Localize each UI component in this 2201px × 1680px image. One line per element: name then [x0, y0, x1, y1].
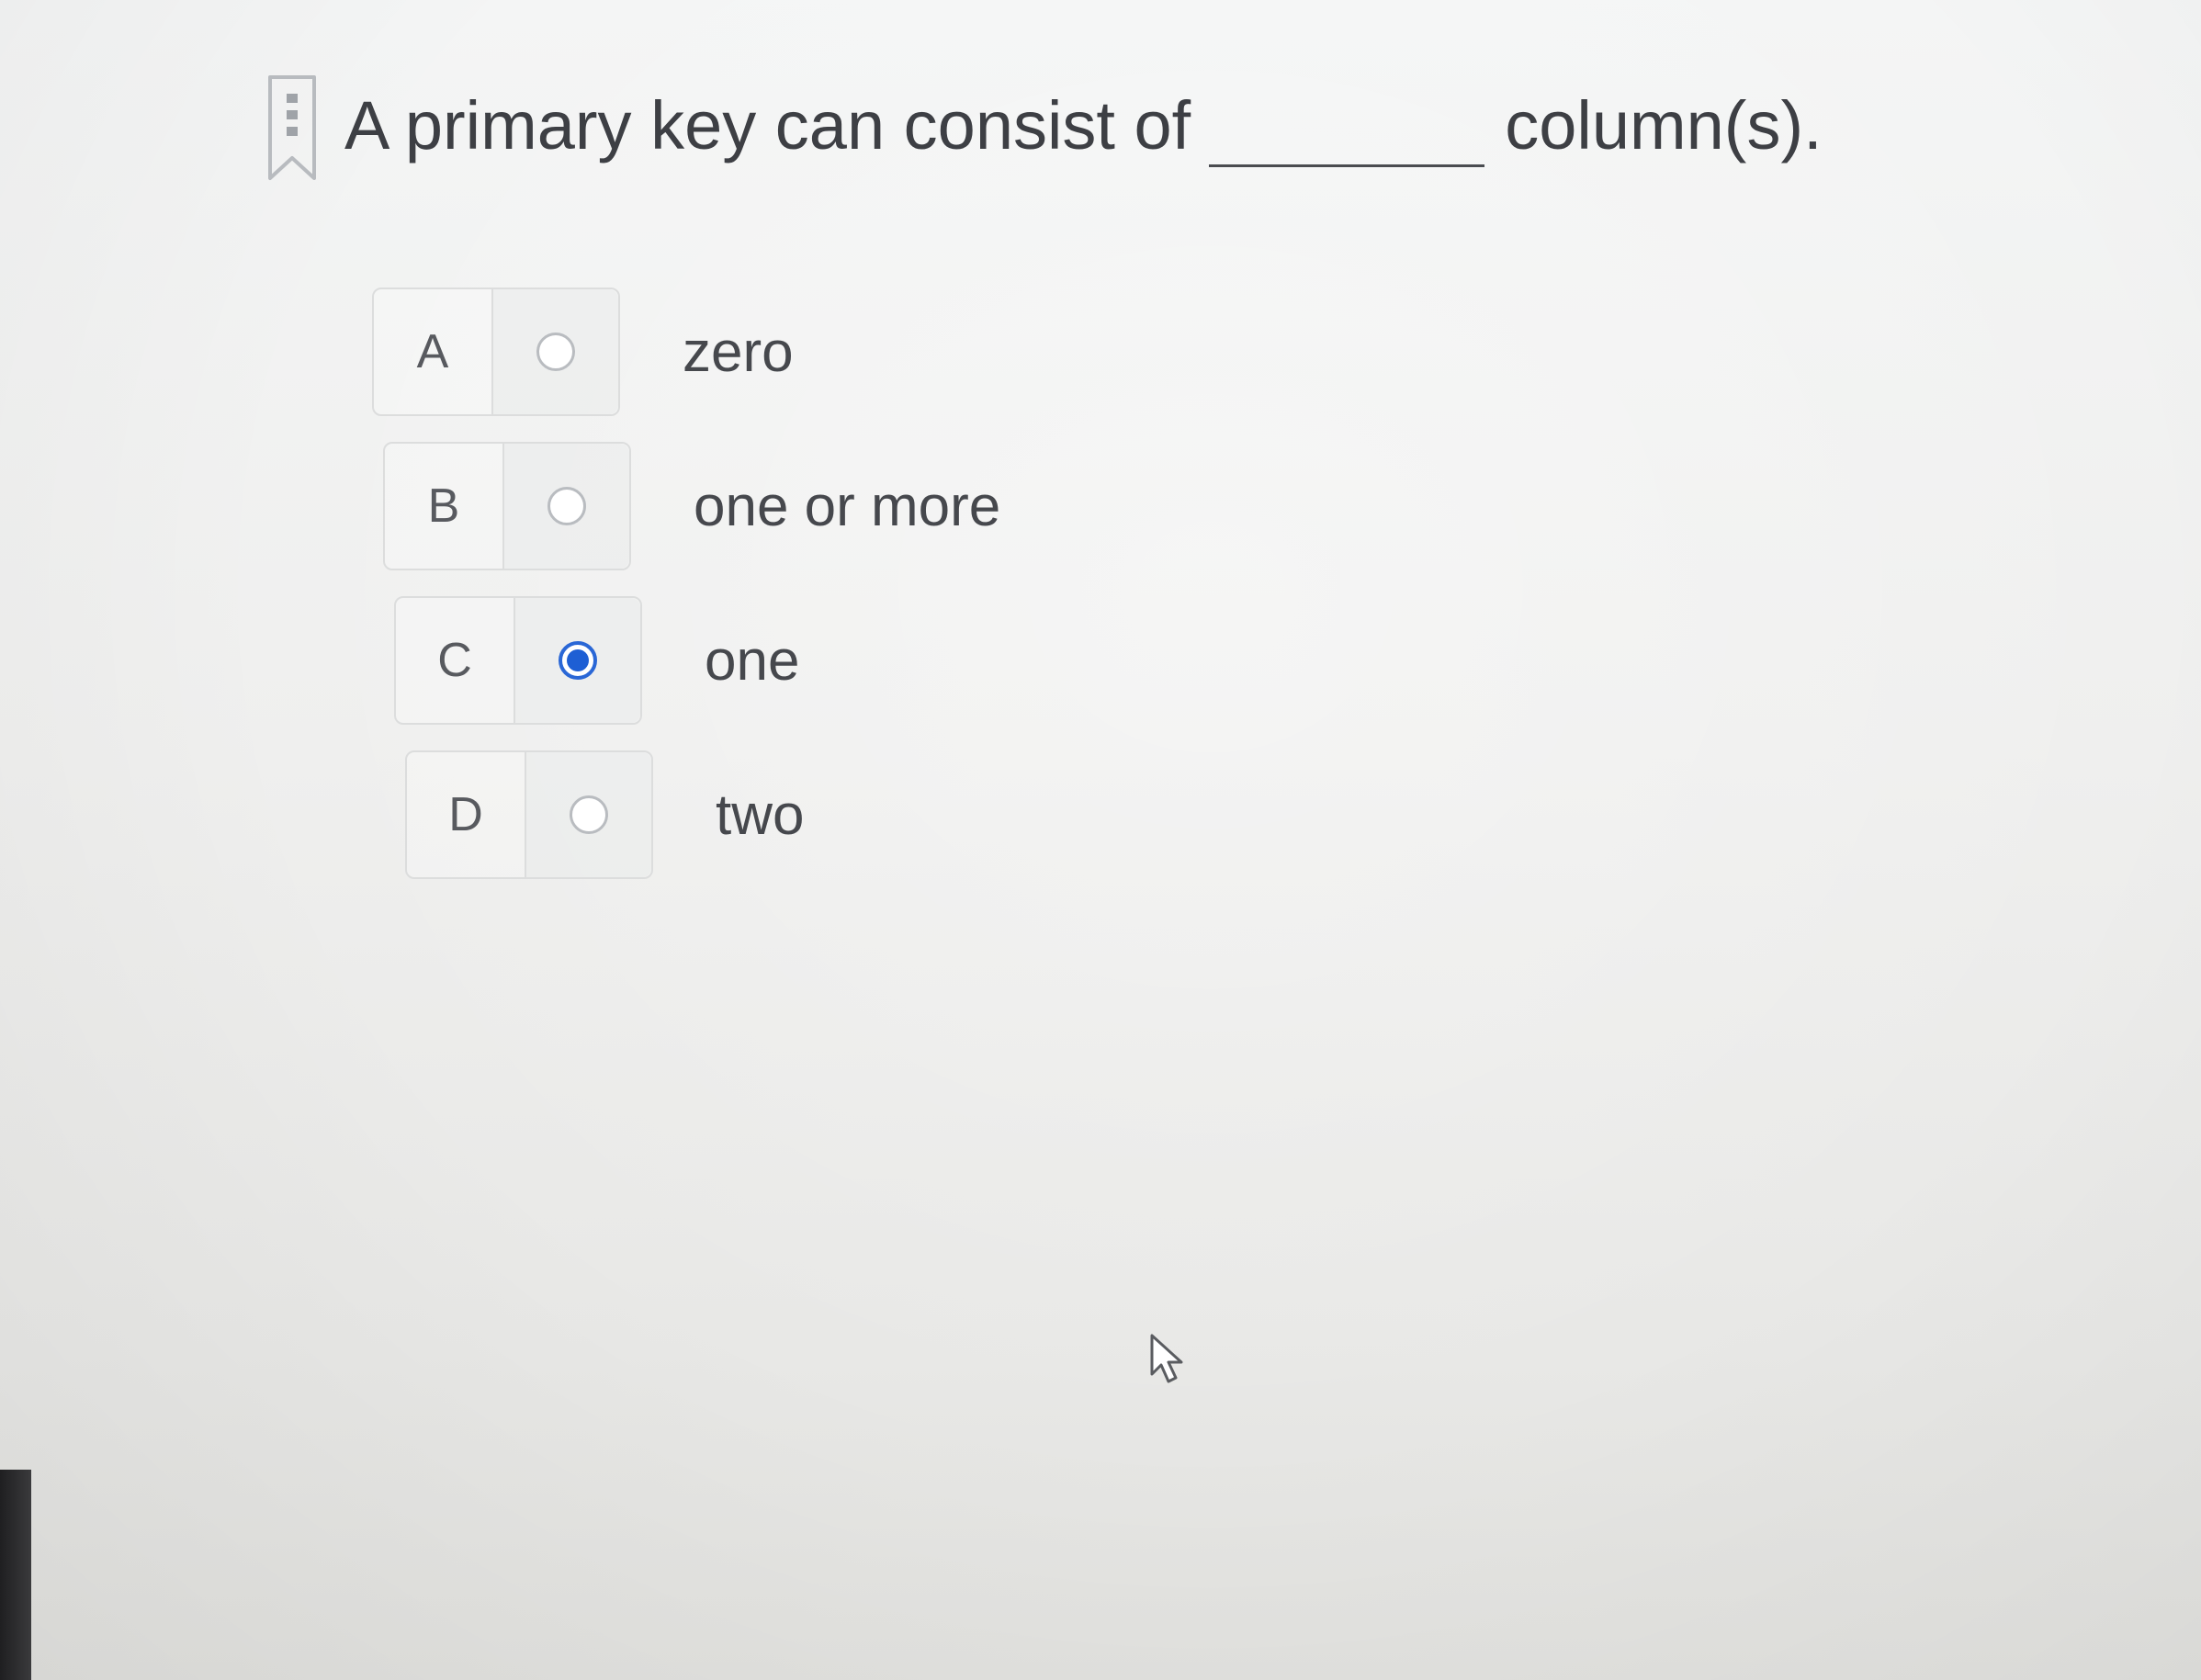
option-c-box[interactable]: C: [394, 596, 642, 725]
option-radio-cell[interactable]: [493, 289, 618, 414]
radio-button[interactable]: [570, 795, 608, 834]
option-letter: D: [407, 752, 526, 877]
option-d[interactable]: D two: [405, 750, 1232, 880]
bookmark-icon[interactable]: [266, 73, 318, 184]
radio-button[interactable]: [536, 333, 575, 371]
option-d-box[interactable]: D: [405, 750, 653, 879]
radio-button-selected[interactable]: [559, 641, 597, 680]
option-radio-cell[interactable]: [504, 444, 629, 569]
answer-blank: [1209, 100, 1485, 167]
monitor-bezel: [0, 1470, 31, 1680]
radio-dot: [567, 649, 589, 671]
question-suffix: column(s).: [1505, 87, 1823, 163]
question-text: A primary key can consist of column(s).: [344, 85, 1823, 167]
option-letter: B: [385, 444, 504, 569]
option-a-box[interactable]: A: [372, 288, 620, 416]
option-text[interactable]: one or more: [694, 474, 1000, 539]
option-letter: C: [396, 598, 515, 723]
option-a[interactable]: A zero: [372, 287, 1199, 417]
option-text[interactable]: zero: [683, 320, 794, 385]
option-c[interactable]: C one: [394, 595, 1221, 726]
mouse-pointer-icon: [1150, 1334, 1183, 1383]
option-letter: A: [374, 289, 493, 414]
question-prefix: A primary key can consist of: [344, 87, 1191, 163]
answer-options: A zero B one or more C one D two: [372, 287, 1232, 904]
option-radio-cell[interactable]: [515, 598, 640, 723]
radio-button[interactable]: [547, 487, 586, 525]
option-text[interactable]: one: [705, 628, 799, 693]
option-b-box[interactable]: B: [383, 442, 631, 570]
option-radio-cell[interactable]: [526, 752, 651, 877]
option-text[interactable]: two: [716, 783, 804, 848]
option-b[interactable]: B one or more: [383, 441, 1210, 571]
question-row: A primary key can consist of column(s).: [266, 73, 1823, 193]
